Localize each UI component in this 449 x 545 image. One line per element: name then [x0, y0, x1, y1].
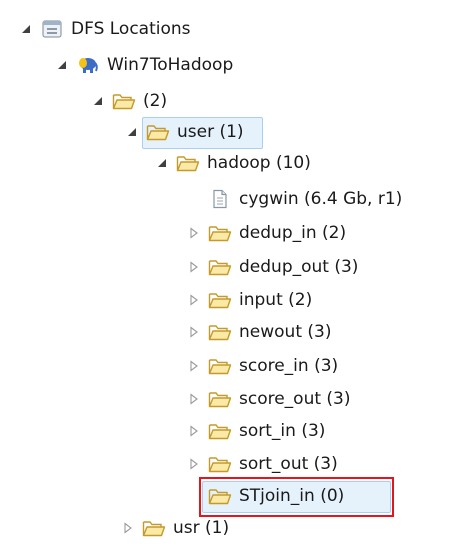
tree-node-folder[interactable]: dedup_out (3) — [186, 252, 358, 282]
expanded-triangle-icon[interactable] — [54, 57, 70, 73]
tree-node-label: dedup_in (2) — [239, 223, 347, 243]
collapsed-triangle-icon[interactable] — [186, 259, 202, 275]
tree-node-label: Win7ToHadoop — [107, 55, 234, 75]
tree-node-label: score_out (3) — [239, 389, 351, 409]
expanded-triangle-icon[interactable] — [90, 93, 106, 109]
folder-icon — [208, 223, 232, 243]
tree-node-usr[interactable]: usr (1) — [120, 513, 229, 543]
tree-node-label: (2) — [143, 91, 168, 111]
tree-node-folder[interactable]: sort_out (3) — [186, 449, 338, 479]
tree-node-hadoop[interactable]: hadoop (10) — [154, 148, 311, 178]
tree-node-label: dedup_out (3) — [239, 257, 359, 277]
tree-node-label: sort_in (3) — [239, 421, 326, 441]
tree-node-label: sort_out (3) — [239, 454, 338, 474]
tree-node-folder[interactable]: newout (3) — [186, 317, 331, 347]
collapsed-triangle-icon[interactable] — [120, 520, 136, 536]
folder-icon — [176, 153, 200, 173]
tree-node-label: score_in (3) — [239, 356, 339, 376]
collapsed-triangle-icon[interactable] — [186, 423, 202, 439]
no-expander-spacer — [186, 488, 202, 504]
folder-icon — [142, 518, 166, 538]
tree-node-user[interactable]: user (1) — [124, 117, 244, 147]
folder-icon — [208, 290, 232, 310]
tree-node-stjoin-in[interactable]: STjoin_in (0) — [186, 481, 344, 511]
tree-node-folder[interactable]: input (2) — [186, 285, 312, 315]
tree-node-label: cygwin (6.4 Gb, r1) — [239, 189, 403, 209]
folder-icon — [208, 389, 232, 409]
collapsed-triangle-icon[interactable] — [186, 225, 202, 241]
tree-node-dir-root[interactable]: (2) — [90, 86, 167, 116]
folder-icon — [112, 91, 136, 111]
folder-icon — [208, 454, 232, 474]
hadoop-elephant-icon — [76, 55, 100, 75]
tree-node-label: user (1) — [177, 122, 244, 142]
collapsed-triangle-icon[interactable] — [186, 324, 202, 340]
tree-node-label: hadoop (10) — [207, 153, 311, 173]
expanded-triangle-icon[interactable] — [18, 21, 34, 37]
expanded-triangle-icon[interactable] — [154, 155, 170, 171]
folder-icon — [146, 122, 170, 142]
no-expander-spacer — [186, 191, 202, 207]
tree-node-label: usr (1) — [173, 518, 230, 538]
tree-node-label: input (2) — [239, 290, 313, 310]
tree-node-folder[interactable]: sort_in (3) — [186, 416, 325, 446]
collapsed-triangle-icon[interactable] — [186, 358, 202, 374]
tree-node-label: DFS Locations — [71, 19, 191, 39]
expanded-triangle-icon[interactable] — [124, 124, 140, 140]
collapsed-triangle-icon[interactable] — [186, 391, 202, 407]
tree-node-dfs-locations[interactable]: DFS Locations — [18, 14, 191, 44]
folder-icon — [208, 322, 232, 342]
tree-node-label: newout (3) — [239, 322, 332, 342]
tree-node-label: STjoin_in (0) — [239, 486, 345, 506]
tree-node-folder[interactable]: score_in (3) — [186, 351, 338, 381]
file-icon — [208, 189, 232, 209]
tree-node-file[interactable]: cygwin (6.4 Gb, r1) — [186, 184, 402, 214]
folder-icon — [208, 486, 232, 506]
tree-node-folder[interactable]: score_out (3) — [186, 384, 351, 414]
dfs-locations-icon — [40, 19, 64, 39]
tree-node-folder[interactable]: dedup_in (2) — [186, 218, 346, 248]
folder-icon — [208, 257, 232, 277]
tree-node-location[interactable]: Win7ToHadoop — [54, 50, 233, 80]
folder-icon — [208, 356, 232, 376]
collapsed-triangle-icon[interactable] — [186, 292, 202, 308]
collapsed-triangle-icon[interactable] — [186, 456, 202, 472]
folder-icon — [208, 421, 232, 441]
